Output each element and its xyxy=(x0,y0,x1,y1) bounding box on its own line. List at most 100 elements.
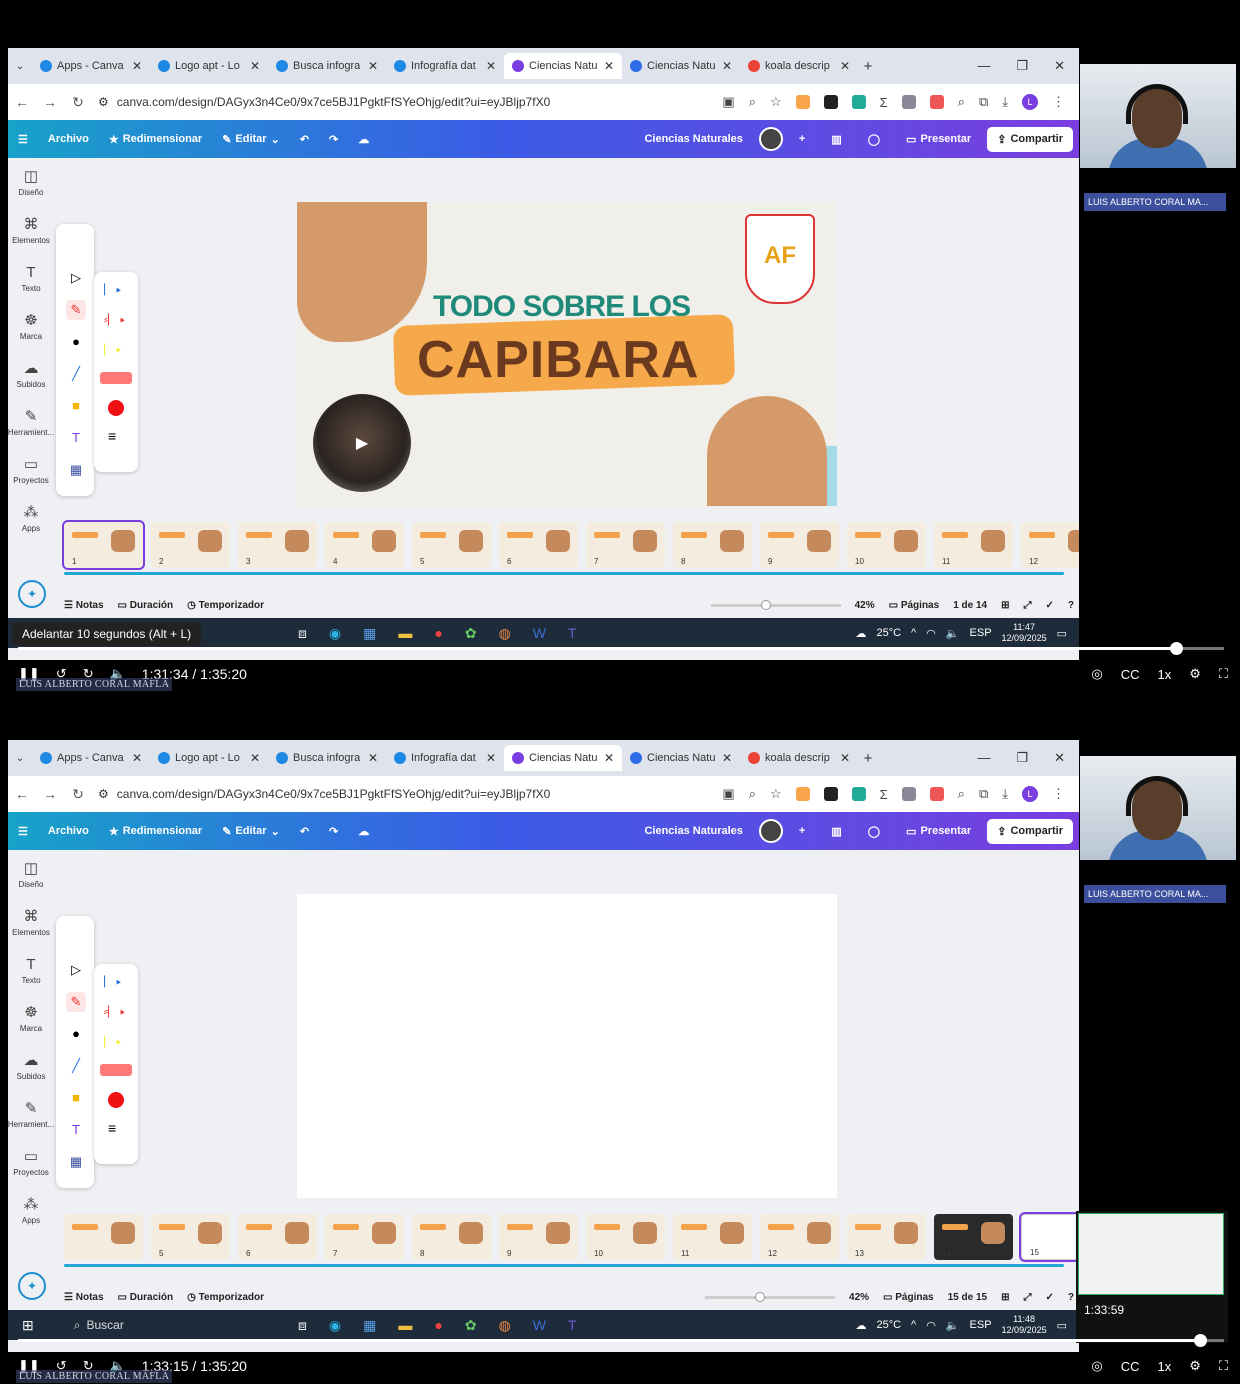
extension-icon[interactable] xyxy=(851,95,866,109)
star-icon[interactable]: ☆ xyxy=(770,94,782,110)
page-thumbnail[interactable]: 12 xyxy=(760,1214,839,1260)
notes-button[interactable]: ☰ Notas xyxy=(64,600,104,611)
pen-icon[interactable]: ⎸▸ xyxy=(104,282,121,297)
url-field[interactable]: ⚙ canva.com/design/DAGyx3n4Ce0/9x7ce5BJ1… xyxy=(98,95,578,109)
language-indicator[interactable]: ESP xyxy=(970,627,992,639)
page-thumbnail[interactable]: 2 xyxy=(151,522,230,568)
zoom-level[interactable]: 42% xyxy=(849,1292,869,1303)
menu-editar[interactable]: ✎ Editar ⌄ xyxy=(212,825,290,838)
duration-button[interactable]: ▭ Duración xyxy=(118,600,174,611)
sidebar-item[interactable]: ☸ Marca xyxy=(8,994,54,1042)
sidebar-item[interactable]: ▭ Proyectos xyxy=(8,1138,54,1186)
pen-icon[interactable]: ✎ xyxy=(66,992,86,1012)
close-icon[interactable]: ✕ xyxy=(250,59,260,73)
page-thumbnail[interactable]: 9 xyxy=(499,1214,578,1260)
zoom-slider-knob[interactable] xyxy=(760,599,771,610)
app-icon[interactable]: ● xyxy=(434,625,442,642)
page-thumbnail[interactable]: 10 xyxy=(586,1214,665,1260)
line-icon[interactable]: ╱ xyxy=(66,1056,86,1076)
calculator-icon[interactable]: ▦ xyxy=(363,1317,376,1334)
grid-view-icon[interactable]: ⊞ xyxy=(1001,600,1009,611)
close-icon[interactable]: ✕ xyxy=(486,59,496,73)
zoom-slider[interactable] xyxy=(705,1291,836,1302)
page-thumbnail[interactable] xyxy=(64,1214,143,1260)
forward-icon[interactable]: → xyxy=(36,94,64,110)
weather-icon[interactable]: ☁ xyxy=(855,627,866,640)
add-collaborator-icon[interactable]: + xyxy=(789,825,815,837)
fullscreen-icon[interactable]: ⤢ xyxy=(1024,1292,1032,1303)
extension-icon[interactable] xyxy=(823,95,838,109)
network-icon[interactable]: ◠ xyxy=(926,627,936,640)
grid-view-icon[interactable]: ⊞ xyxy=(1001,1292,1009,1303)
color-swatch[interactable] xyxy=(108,400,124,416)
close-icon[interactable]: ✕ xyxy=(722,59,732,73)
extension-icon[interactable] xyxy=(823,787,838,801)
hamburger-icon[interactable]: ☰ xyxy=(8,133,38,146)
hamburger-icon[interactable]: ☰ xyxy=(8,825,38,838)
volume-icon[interactable]: 🔈 xyxy=(946,627,960,640)
highlighter-icon[interactable]: ⎸▸ xyxy=(104,1034,121,1049)
slide-canvas[interactable] xyxy=(297,894,837,1198)
weather-icon[interactable]: ☁ xyxy=(855,1319,866,1332)
doc-title[interactable]: Ciencias Naturales xyxy=(634,825,752,837)
extension-icon[interactable] xyxy=(795,95,810,109)
close-icon[interactable]: ✕ xyxy=(722,751,732,765)
share-button[interactable]: ⇪ Compartir xyxy=(987,818,1073,844)
new-tab-button[interactable]: + xyxy=(858,58,878,75)
kebab-menu-icon[interactable]: ⋮ xyxy=(1052,94,1065,110)
download-icon[interactable]: ⤓ xyxy=(1002,786,1008,802)
page-thumbnail[interactable]: 13 xyxy=(847,1214,926,1260)
extension-icon[interactable] xyxy=(851,787,866,801)
url-field[interactable]: ⚙ canva.com/design/DAGyx3n4Ce0/9x7ce5BJ1… xyxy=(98,787,578,801)
marker-icon[interactable]: ⸗⎸▸ xyxy=(104,312,125,327)
sidebar-item[interactable]: ✎ Herramient... xyxy=(8,1090,54,1138)
magic-assistant-icon[interactable]: ✦ xyxy=(18,1272,46,1300)
page-thumbnail[interactable]: 7 xyxy=(325,1214,404,1260)
teams-icon[interactable]: T xyxy=(568,1317,577,1334)
close-icon[interactable]: ✕ xyxy=(368,59,378,73)
forward-icon[interactable]: → xyxy=(36,786,64,802)
profile-avatar[interactable]: L xyxy=(1022,94,1038,110)
seek-knob[interactable] xyxy=(1193,1334,1207,1347)
chrome-icon[interactable]: ◍ xyxy=(499,625,511,642)
settings-icon[interactable]: ⚙ xyxy=(1189,1358,1201,1374)
close-icon[interactable]: ✕ xyxy=(604,751,614,765)
seek-knob[interactable] xyxy=(1169,642,1183,655)
eraser-icon[interactable] xyxy=(100,1064,132,1076)
extension-icon[interactable] xyxy=(929,95,944,109)
browser-tab[interactable]: Busca infogra ✕ xyxy=(268,745,386,771)
extension-icon[interactable] xyxy=(795,787,810,801)
notification-icon[interactable]: ▭ xyxy=(1057,1319,1067,1332)
select-pointer-icon[interactable]: ▷ xyxy=(66,960,86,980)
sticky-note-icon[interactable]: ■ xyxy=(66,396,86,416)
table-icon[interactable]: ▦ xyxy=(66,1152,86,1172)
minimize-icon[interactable]: — xyxy=(977,58,990,74)
insights-icon[interactable]: ▥ xyxy=(821,825,851,838)
audio-description-icon[interactable]: ◎ xyxy=(1091,1358,1102,1374)
page-thumbnail[interactable]: 8 xyxy=(673,522,752,568)
collaborator-avatar[interactable] xyxy=(758,127,783,151)
pen-icon[interactable]: ⎸▸ xyxy=(104,974,121,989)
edge-icon[interactable]: ◉ xyxy=(329,625,341,642)
clipboard-icon[interactable]: ▣ xyxy=(722,786,734,802)
undo-icon[interactable]: ↶ xyxy=(290,133,319,146)
page-thumbnail[interactable]: 15 xyxy=(1019,1212,1079,1262)
teams-icon[interactable]: T xyxy=(568,625,577,642)
help-icon[interactable]: ? xyxy=(1068,600,1074,611)
duration-button[interactable]: ▭ Duración xyxy=(118,1292,174,1303)
comment-icon[interactable]: ◯ xyxy=(858,133,890,146)
select-pointer-icon[interactable]: ▷ xyxy=(66,268,86,288)
back-icon[interactable]: ← xyxy=(8,786,36,802)
stroke-weight-icon[interactable]: ≡ xyxy=(108,428,116,444)
present-button[interactable]: ▭ Presentar xyxy=(896,825,981,838)
system-clock[interactable]: 11:48 12/09/2025 xyxy=(1002,1314,1047,1336)
browser-tab[interactable]: Logo apt - Lo ✕ xyxy=(150,745,268,771)
close-window-icon[interactable]: ✕ xyxy=(1054,58,1065,74)
page-thumbnail[interactable]: 5 xyxy=(412,522,491,568)
magic-assistant-icon[interactable]: ✦ xyxy=(18,580,46,608)
sidebar-item[interactable]: ☸ Marca xyxy=(8,302,54,350)
cloud-save-icon[interactable]: ☁ xyxy=(348,825,379,838)
sidebar-item[interactable]: ◫ Diseño xyxy=(8,158,54,206)
close-icon[interactable]: ✕ xyxy=(840,59,850,73)
browser-tab[interactable]: Infografía dat ✕ xyxy=(386,53,504,79)
